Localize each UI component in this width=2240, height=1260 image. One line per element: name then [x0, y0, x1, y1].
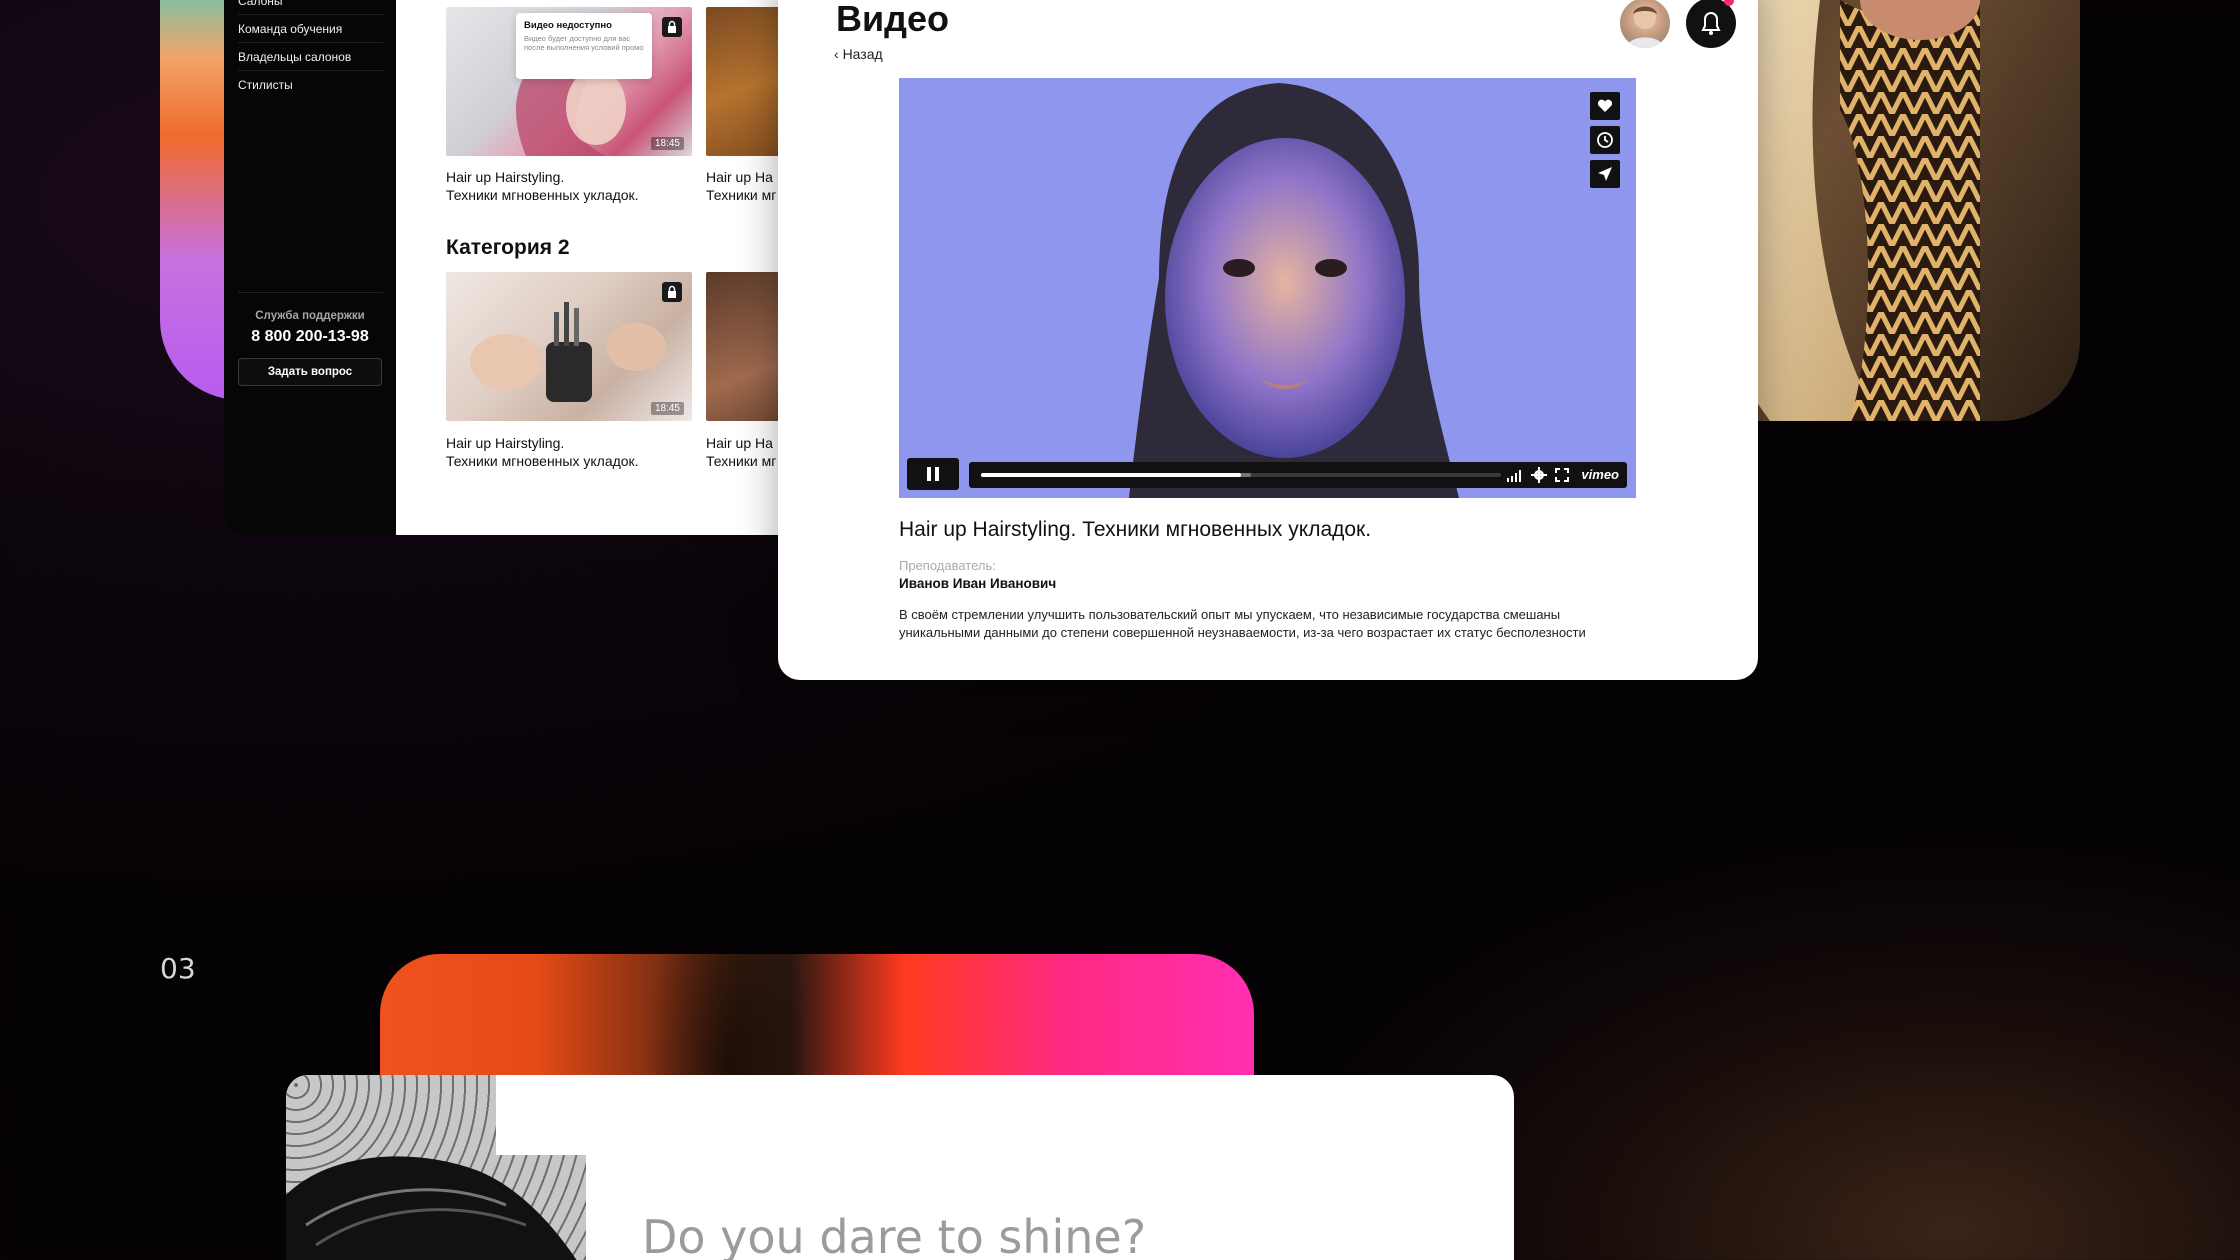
teacher-label: Преподаватель: — [899, 558, 996, 573]
caption-line: Hair up Hairstyling. — [446, 169, 565, 185]
tooltip-text: Видео будет доступно для вас после выпол… — [524, 34, 644, 52]
fullscreen-icon[interactable] — [1555, 468, 1569, 482]
hair-portrait-illustration — [286, 1075, 586, 1260]
like-button[interactable] — [1590, 92, 1620, 120]
user-avatar-image — [1626, 6, 1664, 48]
caption-line: Техники мгновенных укладок. — [446, 187, 639, 203]
caption-line: Hair up Ha — [706, 435, 773, 451]
section-number: 03 — [160, 952, 196, 985]
caption-line: Техники мгновенных укладок. — [446, 453, 639, 469]
back-label: Назад — [842, 46, 883, 62]
video-frame — [899, 78, 1636, 498]
teacher-name: Иванов Иван Иванович — [899, 576, 1057, 591]
caption-line: Hair up Ha — [706, 169, 773, 185]
heart-icon — [1597, 99, 1613, 112]
lock-icon — [662, 17, 682, 37]
caption-line: Техники мг — [706, 187, 777, 203]
brushes-illustration — [470, 302, 666, 402]
video-thumbnail[interactable]: 18:45 — [446, 272, 692, 421]
chevron-left-icon: ‹ — [834, 46, 839, 62]
caption-line: Техники мг — [706, 453, 777, 469]
gear-icon[interactable] — [1531, 467, 1547, 483]
sidebar-item-training-team[interactable]: Команда обучения — [238, 22, 383, 43]
progress-fill — [981, 473, 1241, 477]
page-title: Видео — [836, 0, 949, 39]
clock-icon — [1597, 132, 1613, 148]
unavailable-tooltip: Видео недоступно Видео будет доступно дл… — [516, 13, 652, 79]
hero-photo — [286, 1075, 586, 1260]
video-caption[interactable]: Hair up Hairstyling. Техники мгновенных … — [446, 168, 639, 204]
video-caption[interactable]: Hair up Hairstyling. Техники мгновенных … — [446, 434, 639, 470]
hero-heading: Do you dare to shine? — [642, 1210, 1147, 1260]
video-caption[interactable]: Hair up Ha Техники мг — [706, 434, 776, 470]
video-title: Hair up Hairstyling. Техники мгновенных … — [899, 518, 1372, 541]
video-duration: 18:45 — [650, 137, 684, 150]
send-icon — [1598, 167, 1612, 181]
video-description: В своём стремлении улучшить пользователь… — [899, 607, 1586, 640]
support-title: Служба поддержки — [255, 310, 365, 322]
video-page-card: Видео ‹ Назад vimeo Hair up Hairstyling.… — [778, 0, 1758, 680]
video-player[interactable]: vimeo — [899, 78, 1636, 498]
pause-icon — [927, 467, 939, 481]
player-control-bar: vimeo — [969, 462, 1627, 488]
lock-icon — [662, 282, 682, 302]
category-title: Категория 2 — [446, 236, 570, 259]
progress-bar[interactable] — [981, 473, 1501, 477]
vimeo-logo[interactable]: vimeo — [1581, 467, 1619, 482]
tooltip-title: Видео недоступно — [524, 20, 612, 31]
sidebar-item-salons[interactable]: Салоны — [238, 0, 383, 15]
support-phone[interactable]: 8 800 200-13-98 — [224, 328, 396, 346]
avatar[interactable] — [1620, 0, 1670, 48]
video-duration: 18:45 — [650, 402, 684, 415]
share-button[interactable] — [1590, 160, 1620, 188]
video-catalog-panel: 18:45 Видео недоступно Видео будет досту… — [396, 0, 836, 535]
ask-question-button[interactable]: Задать вопрос — [238, 358, 382, 386]
bell-icon — [1701, 12, 1721, 35]
sidebar-item-salon-owners[interactable]: Владельцы салонов — [238, 50, 383, 71]
pause-button[interactable] — [907, 458, 959, 490]
sidebar: Салоны Команда обучения Владельцы салоно… — [224, 0, 396, 535]
watch-later-button[interactable] — [1590, 126, 1620, 154]
volume-icon[interactable] — [1507, 468, 1523, 482]
divider — [238, 292, 383, 293]
video-caption[interactable]: Hair up Ha Техники мг — [706, 168, 776, 204]
hero-card: Do you dare to shine? — [286, 1075, 1514, 1260]
sidebar-item-stylists[interactable]: Стилисты — [238, 78, 383, 98]
notifications-button[interactable] — [1686, 0, 1736, 48]
back-link[interactable]: ‹ Назад — [834, 46, 883, 62]
caption-line: Hair up Hairstyling. — [446, 435, 565, 451]
